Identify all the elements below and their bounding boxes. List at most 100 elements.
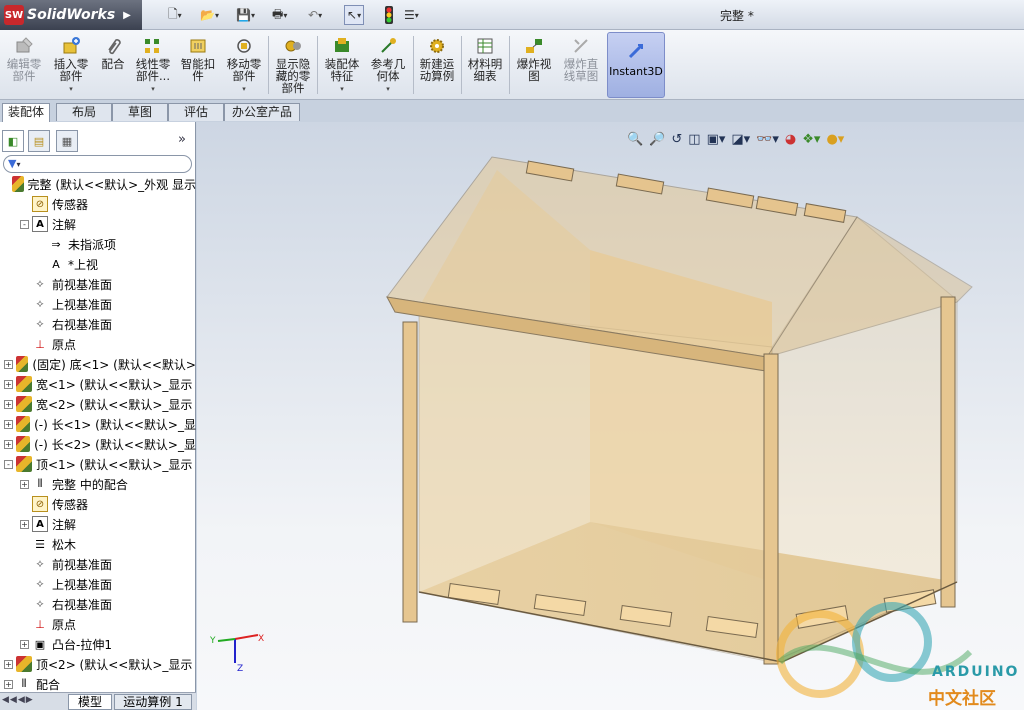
motion-study-gear-icon [427, 36, 447, 56]
tree-item[interactable]: ⟡ 前视基准面 [0, 274, 196, 294]
command-manager: 编辑零 部件 插入零 部件 ▾ 配合 线性零 部件... ▾ 智能扣 件 移动零… [0, 30, 1024, 100]
tree-item[interactable]: + (-) 长<2> (默认<<默认>_显 [0, 434, 196, 454]
tree-item[interactable]: ⇒ 未指派项 [0, 234, 196, 254]
smart-fasteners-button[interactable]: 智能扣 件 [178, 32, 218, 98]
expander-icon[interactable]: + [20, 519, 29, 529]
tree-item[interactable]: + 宽<2> (默认<<默认>_显示 [0, 394, 196, 414]
tab-assembly[interactable]: 装配体 [2, 103, 50, 122]
tree-item-label: 顶<2> (默认<<默认>_显示 [36, 657, 193, 672]
tree-item[interactable]: A *上视 [0, 254, 196, 274]
expander-icon[interactable]: + [4, 439, 13, 449]
print-icon[interactable]: 🖶 ▾ [272, 5, 287, 25]
new-document-icon[interactable]: 🗋 ▾ [168, 5, 182, 25]
expander-icon[interactable]: + [20, 479, 29, 489]
feature-manager-tab-icon[interactable]: ◧ [2, 130, 24, 152]
configuration-manager-tab-icon[interactable]: ▦ [56, 130, 78, 152]
undo-icon[interactable]: ↶ ▾ [308, 5, 322, 25]
tree-item[interactable]: + ▣ 凸台-拉伸1 [0, 634, 196, 654]
feature-manager-panel: ◧ ▤ ▦ » ▼▾ 完整 (默认<<默认>_外观 显示 ⊘ 传感器 - A 注解 ⇒ 未指派… [0, 122, 196, 692]
mate-button[interactable]: 配合 [96, 32, 130, 98]
tree-item[interactable]: + A 注解 [0, 514, 196, 534]
tree-item-label: 原点 [52, 617, 77, 632]
move-component-button[interactable]: 移动零 部件 ▾ [222, 32, 266, 98]
show-hidden-components-button[interactable]: 显示隐 藏的零 部件 [272, 32, 314, 98]
tree-item[interactable]: 完整 (默认<<默认>_外观 显示 [0, 174, 196, 194]
exploded-view-icon [524, 36, 544, 56]
open-folder-icon[interactable]: 📂 ▾ [200, 5, 219, 25]
tree-filter-field[interactable]: ▼▾ [3, 155, 192, 173]
watermark-text-arduino: ARDUINO [932, 664, 1020, 680]
feature-tree: 完整 (默认<<默认>_外观 显示 ⊘ 传感器 - A 注解 ⇒ 未指派项 A *上视 ⟡ 前视基准面… [0, 174, 196, 692]
expander-icon[interactable]: + [4, 399, 13, 409]
svg-text:Y: Y [210, 636, 216, 646]
tree-item[interactable]: ⟡ 右视基准面 [0, 594, 196, 614]
expander-icon[interactable]: - [4, 459, 13, 469]
assembly-features-button[interactable]: 装配体 特征 ▾ [320, 32, 364, 98]
tree-item-label: 前视基准面 [52, 277, 113, 292]
instant3d-button[interactable]: Instant3D [607, 32, 665, 98]
expander-icon[interactable]: + [4, 659, 13, 669]
arduino-watermark: ARDUINO 中文社区 [770, 602, 1024, 710]
tab-office-products[interactable]: 办公室产品 [224, 103, 300, 121]
mates-icon: ⫴ [21, 677, 27, 690]
expander-icon[interactable]: - [20, 219, 29, 229]
tree-item-label: (-) 长<2> (默认<<默认>_显 [34, 437, 196, 452]
sensor-icon: ⊘ [32, 196, 48, 212]
rebuild-traffic-light-icon[interactable] [384, 5, 394, 25]
expander-icon[interactable]: + [20, 639, 29, 649]
tree-item[interactable]: + (固定) 底<1> (默认<<默认> [0, 354, 196, 374]
options-icon[interactable]: ☰ ▾ [404, 5, 419, 25]
linear-pattern-icon [143, 36, 163, 56]
tree-item[interactable]: - 顶<1> (默认<<默认>_显示 [0, 454, 196, 474]
menu-arrow-icon[interactable]: ▶ [123, 10, 131, 21]
tree-item[interactable]: + ⫴ 配合 [0, 674, 196, 692]
tree-item[interactable]: + ⫴ 完整 中的配合 [0, 474, 196, 494]
tree-item[interactable]: ⟡ 上视基准面 [0, 574, 196, 594]
expander-icon[interactable]: + [4, 379, 13, 389]
expand-panel-icon[interactable]: » [178, 132, 186, 147]
expander-icon[interactable]: + [4, 679, 13, 689]
tree-item-label: 传感器 [52, 197, 89, 212]
tab-motion-study[interactable]: 运动算例 1 [114, 694, 192, 710]
expander-icon[interactable]: + [4, 359, 13, 369]
tree-item[interactable]: ⟡ 前视基准面 [0, 554, 196, 574]
tree-item-label: 完整 (默认<<默认>_外观 显示 [27, 177, 196, 192]
tree-item[interactable]: ⊥ 原点 [0, 334, 196, 354]
edit-component-button[interactable]: 编辑零 部件 [4, 32, 44, 98]
tree-item-label: 顶<1> (默认<<默认>_显示 [36, 457, 193, 472]
linear-pattern-button[interactable]: 线性零 部件... ▾ [132, 32, 174, 98]
exploded-view-button[interactable]: 爆炸视 图 [512, 32, 556, 98]
explode-line-sketch-button[interactable]: 爆炸直 线草图 [558, 32, 604, 98]
tree-item[interactable]: ⟡ 上视基准面 [0, 294, 196, 314]
tree-item[interactable]: + 宽<1> (默认<<默认>_显示 [0, 374, 196, 394]
plane-icon: ⟡ [36, 277, 44, 290]
tab-sketch[interactable]: 草图 [112, 103, 168, 121]
tab-evaluate[interactable]: 评估 [168, 103, 224, 121]
tab-model[interactable]: 模型 [68, 694, 112, 710]
property-manager-tab-icon[interactable]: ▤ [28, 130, 50, 152]
tree-item[interactable]: ⟡ 右视基准面 [0, 314, 196, 334]
tree-item[interactable]: ⊥ 原点 [0, 614, 196, 634]
new-motion-study-button[interactable]: 新建运 动算例 [416, 32, 458, 98]
tree-item[interactable]: + 顶<2> (默认<<默认>_显示 [0, 654, 196, 674]
bill-of-materials-button[interactable]: 材料明 细表 [464, 32, 506, 98]
insert-component-button[interactable]: 插入零 部件 ▾ [50, 32, 92, 98]
tree-item-label: 注解 [52, 217, 77, 232]
expander-icon[interactable]: + [4, 419, 13, 429]
save-icon[interactable]: 💾 ▾ [236, 5, 255, 25]
show-hidden-icon [283, 36, 303, 56]
tree-item[interactable]: - A 注解 [0, 214, 196, 234]
separator [268, 36, 269, 94]
tree-item[interactable]: + (-) 长<1> (默认<<默认>_显 [0, 414, 196, 434]
tree-item[interactable]: ☰ 松木 [0, 534, 196, 554]
scroll-arrows-icon[interactable]: ◀◀◀▶ [2, 695, 34, 705]
app-logo[interactable]: SW SolidWorks ▶ [0, 0, 142, 30]
tree-item[interactable]: ⊘ 传感器 [0, 194, 196, 214]
separator [413, 36, 414, 94]
tree-item[interactable]: ⊘ 传感器 [0, 494, 196, 514]
reference-geometry-button[interactable]: 参考几 何体 ▾ [366, 32, 410, 98]
select-pointer-icon[interactable]: ↖ ▾ [344, 5, 365, 25]
view-annotation-icon: A [52, 257, 60, 271]
assembly-component-icon [12, 176, 24, 192]
tab-layout[interactable]: 布局 [56, 103, 112, 121]
